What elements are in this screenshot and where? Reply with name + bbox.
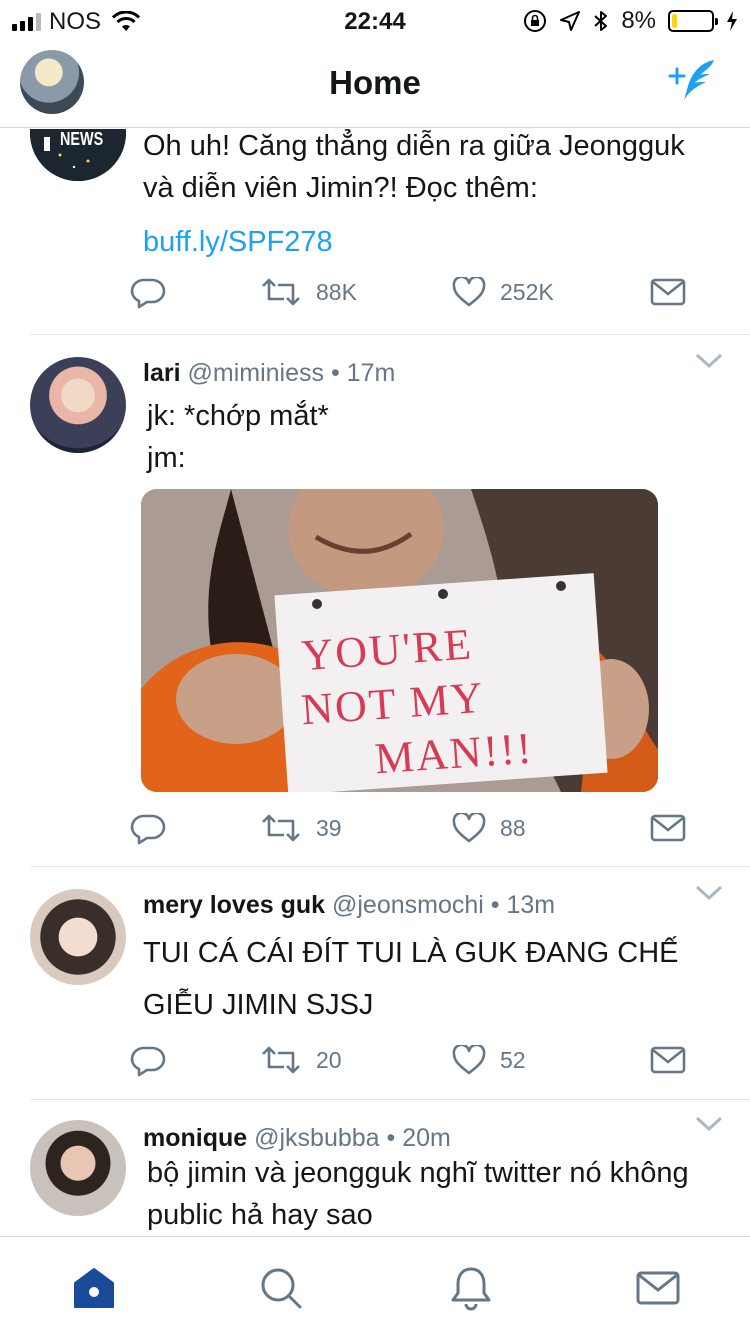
retweet-icon [262,1046,300,1074]
tweet-actions: 88K 252K [130,277,690,317]
display-name[interactable]: lari [143,359,181,387]
retweet-button[interactable]: 88K [260,277,357,307]
orientation-lock-icon [524,10,547,32]
search-icon[interactable] [258,1265,304,1311]
battery-icon [668,10,718,32]
tweet-text-line: bộ jimin và jeongguk nghĩ twitter nó khô… [147,1157,689,1189]
status-bar: NOS 22:44 8% [0,0,750,40]
tweet-time: • 17m [330,359,396,387]
user-handle[interactable]: @jeonsmochi [332,891,484,919]
like-count: 52 [500,1046,526,1073]
chevron-down-icon[interactable] [694,351,724,371]
tweet-time: • 20m [386,1124,451,1152]
tweet-text-line: jm: [147,442,186,474]
user-handle[interactable]: @miminiess [187,359,324,387]
tweet-actions: 20 52 [130,1045,690,1085]
retweet-button[interactable]: 39 [260,813,342,843]
retweet-button[interactable]: 20 [260,1045,342,1075]
avatar-logo-text: NEWS [60,129,104,149]
bluetooth-icon [594,11,608,31]
charging-icon [727,11,737,31]
tab-bar [0,1236,750,1334]
tweet-text-line: TUI CÁ CÁI ĐÍT TUI LÀ GUK ĐANG CHẾ [143,937,679,969]
user-handle[interactable]: @jksbubba [254,1124,379,1152]
tweet-card[interactable]: mery loves guk @jeonsmochi • 13m TUI CÁ … [0,867,750,1100]
home-icon[interactable] [71,1265,117,1311]
tweet-card[interactable]: lari @miminiess • 17m jk: *chớp mắt* jm: [0,335,750,867]
timeline[interactable]: NEWS Oh uh! Căng thẳng diễn ra giữa Jeon… [0,129,750,1236]
tweet-card[interactable]: monique @jksbubba • 20m bộ jimin và jeon… [0,1100,750,1236]
tweet-text: Oh uh! Căng thẳng diễn ra giữa Jeongguk … [143,129,723,263]
message-button[interactable] [650,1045,686,1075]
reply-icon [130,1046,166,1077]
chevron-down-icon[interactable] [694,883,724,903]
location-icon [560,11,581,31]
retweet-icon [262,278,300,306]
retweet-count: 20 [316,1046,342,1073]
avatar-enews[interactable]: NEWS [30,129,126,181]
tweet-text: TUI CÁ CÁI ĐÍT TUI LÀ GUK ĐANG CHẾ GIỄU … [143,927,723,1031]
tweet-time: • 13m [490,891,556,919]
like-button[interactable]: 52 [452,1045,526,1075]
nav-header: Home [0,40,750,128]
direct-message-icon [650,814,686,842]
reply-icon [130,278,166,309]
sign-text: YOU'RE NOT MY MAN!!! [296,609,607,792]
tweet-media-image[interactable]: YOU'RE NOT MY MAN!!! [141,489,658,792]
chevron-down-icon[interactable] [694,1114,724,1134]
like-count: 88 [500,814,526,841]
tweet-actions: 39 88 [130,813,690,853]
display-name[interactable]: mery loves guk [143,891,325,919]
messages-icon[interactable] [635,1265,681,1311]
tweet-header: mery loves guk @jeonsmochi • 13m [143,891,555,920]
reply-button[interactable] [130,813,166,845]
avatar-lari[interactable] [30,357,126,453]
notifications-icon[interactable] [448,1265,494,1311]
tweet-card[interactable]: NEWS Oh uh! Căng thẳng diễn ra giữa Jeon… [0,129,750,335]
tweet-link[interactable]: buff.ly/SPF278 [143,221,723,263]
battery-percent: 8% [621,7,656,34]
carrier-label: NOS [49,8,102,35]
wifi-icon [111,11,141,31]
signal-icon [12,13,41,31]
like-count: 252K [500,278,554,305]
profile-avatar[interactable] [20,50,84,114]
display-name[interactable]: monique [143,1124,247,1152]
reply-button[interactable] [130,1045,166,1077]
avatar-monique[interactable] [30,1120,126,1216]
retweet-count: 88K [316,278,357,305]
reply-icon [130,814,166,845]
tweet-text: jk: *chớp mắt* jm: [147,395,727,479]
compose-tweet-icon[interactable] [662,56,722,106]
tweet-text-line: và diễn viên Jimin?! Đọc thêm: [143,172,538,204]
tweet-header: lari @miminiess • 17m [143,359,395,388]
avatar-mery[interactable] [30,889,126,985]
tweet-text-line: GIỄU JIMIN SJSJ [143,989,374,1021]
heart-icon [452,1045,486,1075]
tweet-text-line: public hả hay sao [147,1199,373,1231]
message-button[interactable] [650,813,686,843]
reply-button[interactable] [130,277,166,309]
like-button[interactable]: 88 [452,813,526,843]
heart-icon [452,277,486,307]
retweet-icon [262,814,300,842]
like-button[interactable]: 252K [452,277,554,307]
direct-message-icon [650,278,686,306]
heart-icon [452,813,486,843]
tweet-header: monique @jksbubba • 20m [143,1124,451,1153]
page-title: Home [329,64,421,101]
direct-message-icon [650,1046,686,1074]
tweet-text: bộ jimin và jeongguk nghĩ twitter nó khô… [147,1152,727,1236]
message-button[interactable] [650,277,686,307]
tweet-text-line: jk: *chớp mắt* [147,400,329,432]
retweet-count: 39 [316,814,342,841]
tweet-text-line: Oh uh! Căng thẳng diễn ra giữa Jeongguk [143,130,685,162]
